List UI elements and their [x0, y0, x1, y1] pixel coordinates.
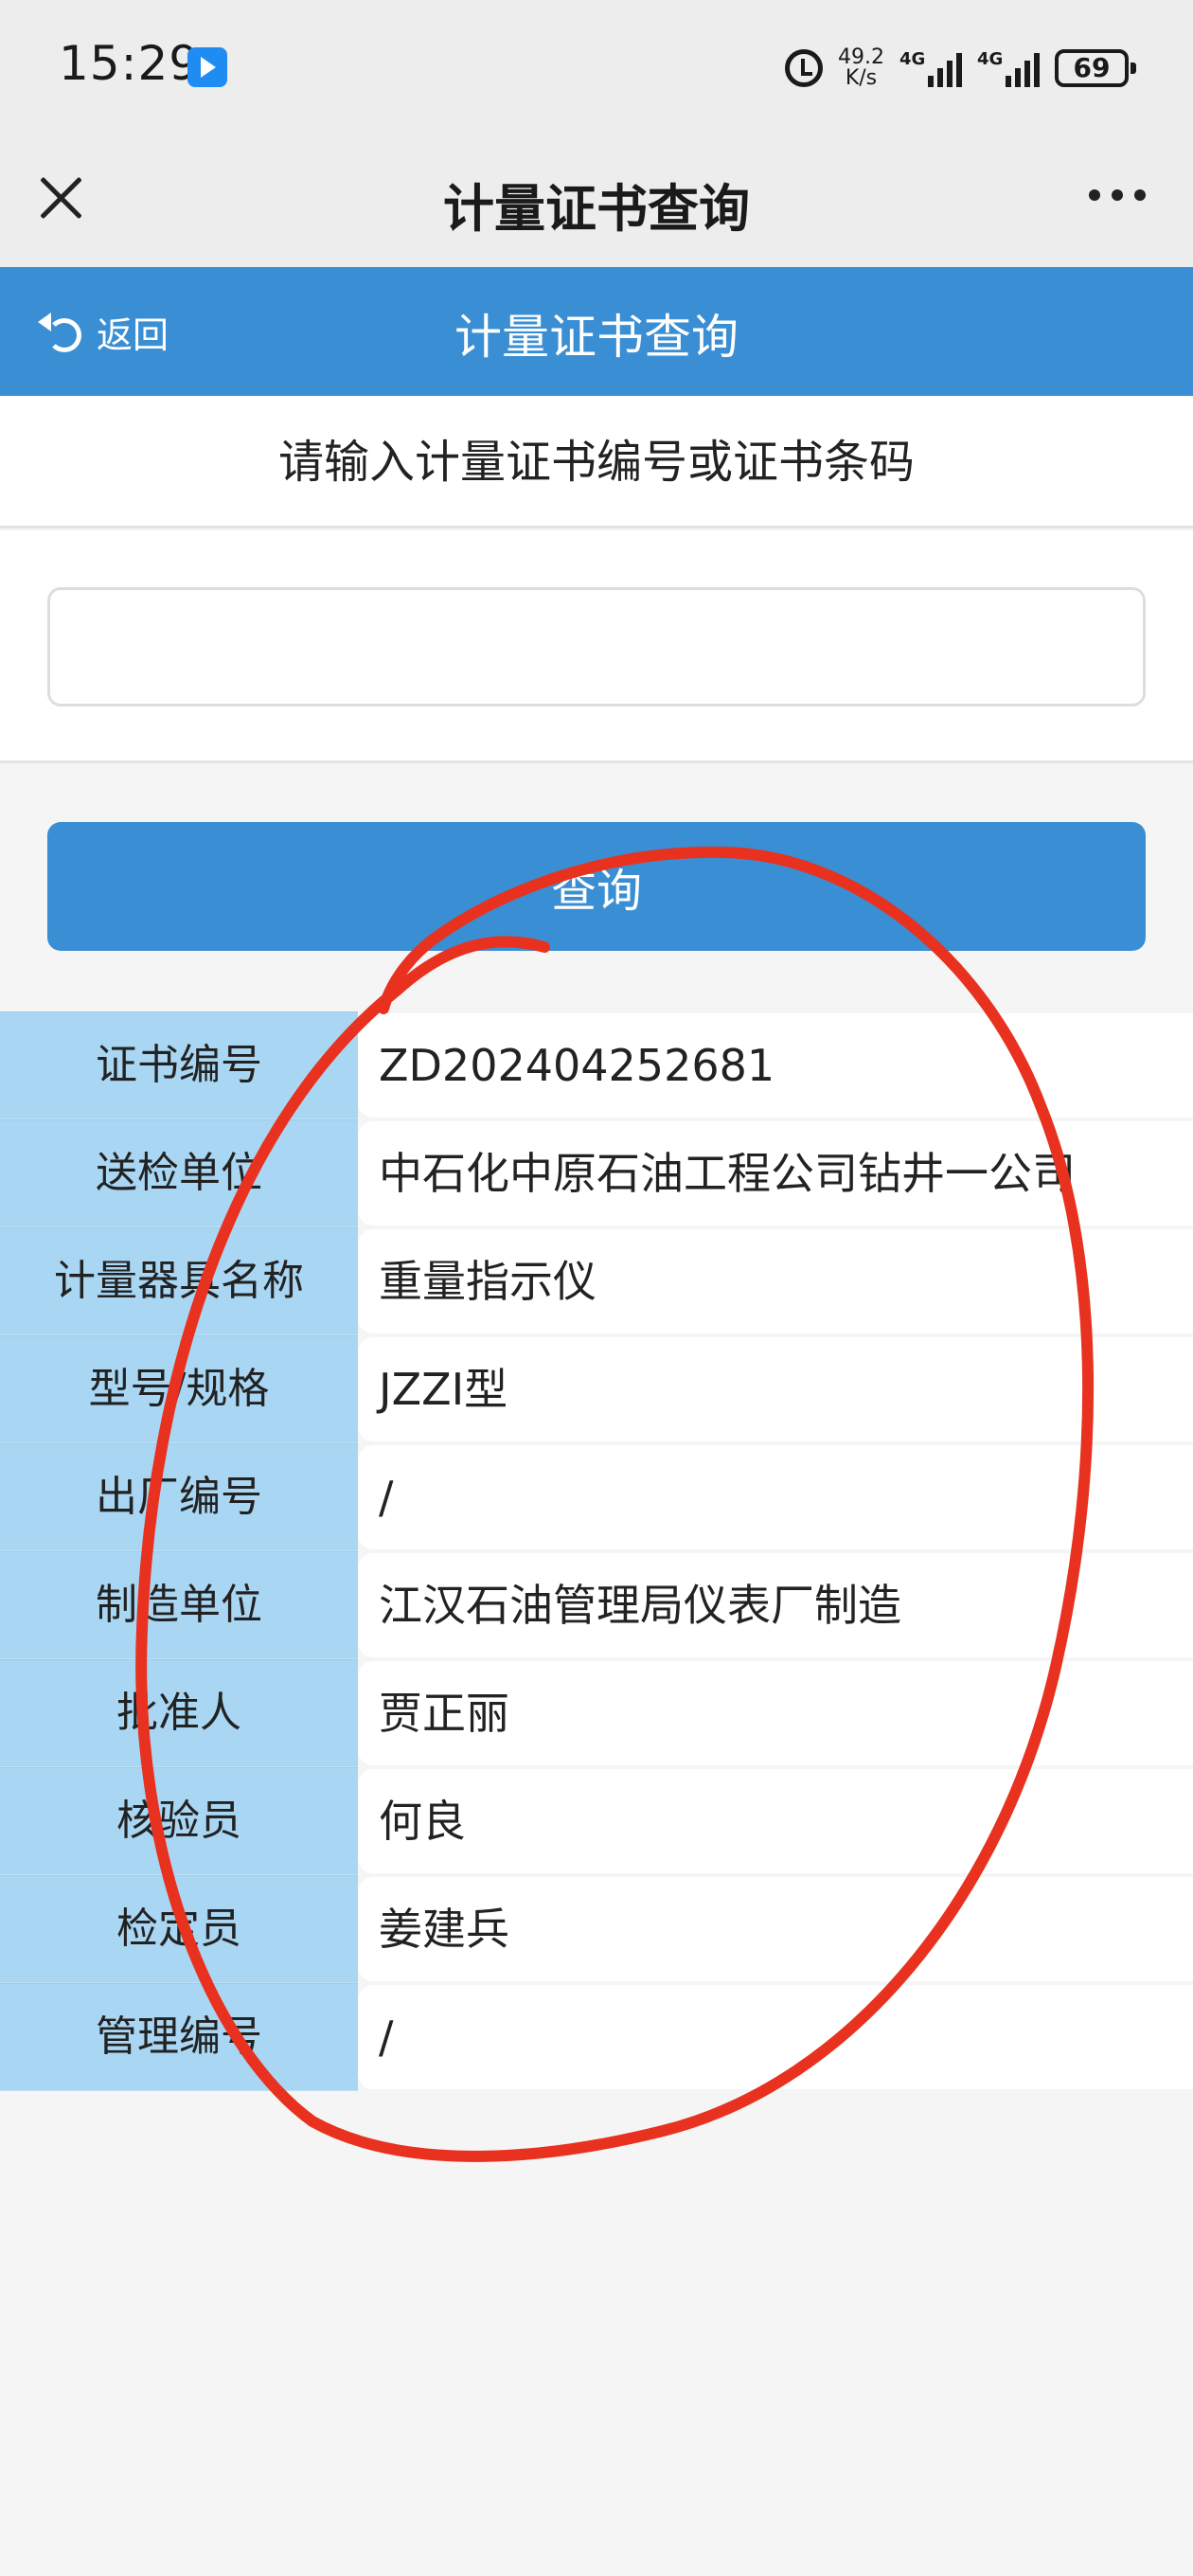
network-speed: 49.2 K/s — [838, 47, 884, 89]
table-row: 制造单位 江汉石油管理局仪表厂制造 — [0, 1551, 1193, 1659]
page-header: 返回 计量证书查询 — [0, 267, 1193, 396]
status-time: 15:29 — [59, 36, 201, 91]
row-label: 出厂编号 — [0, 1443, 358, 1551]
row-value: 姜建兵 — [358, 1877, 1193, 1981]
row-label: 证书编号 — [0, 1011, 358, 1119]
signal-1-type: 4G — [899, 49, 926, 69]
row-label: 送检单位 — [0, 1119, 358, 1227]
table-row: 送检单位 中石化中原石油工程公司钻井一公司 — [0, 1119, 1193, 1227]
row-label: 管理编号 — [0, 1983, 358, 2091]
row-value: JZZI型 — [358, 1337, 1193, 1441]
row-label: 核验员 — [0, 1767, 358, 1875]
status-bar: 15:29 49.2 K/s 4G 4G 69 — [0, 0, 1193, 133]
query-button[interactable]: 查询 — [47, 822, 1146, 951]
signal-strength-2-icon: 4G — [977, 49, 1040, 87]
search-prompt: 请输入计量证书编号或证书条码 — [0, 396, 1193, 528]
table-row: 批准人 贾正丽 — [0, 1659, 1193, 1767]
row-value: 重量指示仪 — [358, 1229, 1193, 1333]
row-value: / — [358, 1985, 1193, 2089]
row-label: 批准人 — [0, 1659, 358, 1767]
row-label: 计量器具名称 — [0, 1227, 358, 1335]
table-row: 管理编号 / — [0, 1983, 1193, 2091]
row-value: 贾正丽 — [358, 1661, 1193, 1765]
page-title: 计量证书查询 — [454, 310, 739, 365]
table-row: 核验员 何良 — [0, 1767, 1193, 1875]
row-label: 型号/规格 — [0, 1335, 358, 1443]
app-title: 计量证书查询 — [443, 179, 750, 239]
row-label: 检定员 — [0, 1875, 358, 1983]
input-area — [0, 530, 1193, 763]
battery-icon: 69 — [1055, 49, 1136, 87]
status-indicators: 49.2 K/s 4G 4G 69 — [785, 42, 1136, 95]
row-value: / — [358, 1445, 1193, 1549]
signal-strength-icon: 4G — [899, 49, 962, 87]
table-row: 计量器具名称 重量指示仪 — [0, 1227, 1193, 1335]
table-row: 检定员 姜建兵 — [0, 1875, 1193, 1983]
row-label: 制造单位 — [0, 1551, 358, 1659]
app-header: 计量证书查询 — [0, 133, 1193, 267]
row-value: 中石化中原石油工程公司钻井一公司 — [358, 1121, 1193, 1225]
result-table: 证书编号 ZD202404252681 送检单位 中石化中原石油工程公司钻井一公… — [0, 1011, 1193, 2091]
app-notification-icon — [187, 47, 227, 87]
row-value: 何良 — [358, 1769, 1193, 1873]
row-value: ZD202404252681 — [358, 1013, 1193, 1118]
certificate-number-input[interactable] — [47, 587, 1146, 707]
alarm-icon — [785, 49, 824, 87]
signal-2-type: 4G — [977, 49, 1004, 69]
table-row: 证书编号 ZD202404252681 — [0, 1011, 1193, 1119]
table-row: 型号/规格 JZZI型 — [0, 1335, 1193, 1443]
more-options-icon[interactable] — [1089, 189, 1146, 201]
network-speed-unit: K/s — [845, 66, 878, 90]
table-row: 出厂编号 / — [0, 1443, 1193, 1551]
row-value: 江汉石油管理局仪表厂制造 — [358, 1553, 1193, 1657]
